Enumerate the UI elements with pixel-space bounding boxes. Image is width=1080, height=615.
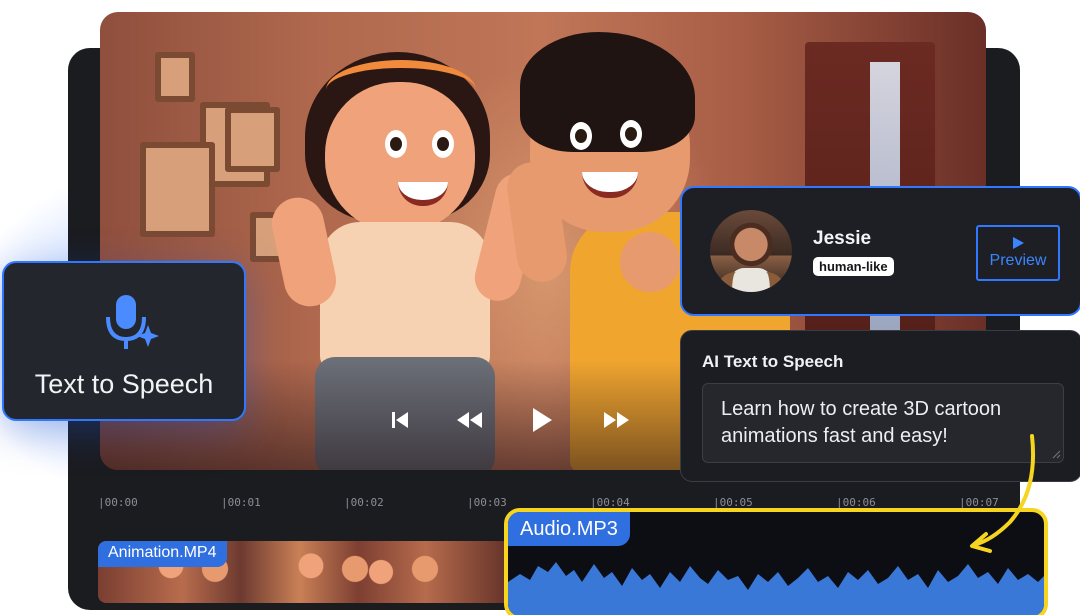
boy-hand [620, 232, 680, 292]
rewind-icon[interactable] [450, 400, 490, 440]
voice-name: Jessie [813, 228, 872, 249]
voice-tag-badge: human-like [813, 257, 894, 276]
arrow-icon [970, 434, 1036, 553]
microphone-sparkle-icon [104, 291, 164, 355]
text-to-speech-title: Text to Speech [34, 369, 214, 399]
audio-waveform [508, 562, 1044, 615]
preview-label: Preview [989, 252, 1047, 269]
eye [620, 120, 642, 148]
girl-arm [267, 192, 341, 312]
text-to-speech-card[interactable]: Text to Speech [2, 261, 246, 421]
resize-handle-icon[interactable] [1051, 449, 1061, 459]
voice-card[interactable]: Jessie human-like Preview [680, 186, 1080, 316]
clip-thumbnail [348, 541, 458, 603]
preview-button[interactable]: Preview [976, 225, 1060, 281]
avatar [710, 210, 792, 292]
play-icon[interactable] [522, 400, 562, 440]
timeline-tick: |00:01 [221, 496, 261, 509]
eye [385, 130, 407, 158]
audio-clip-label: Audio.MP3 [508, 512, 630, 546]
animation-clip[interactable]: Animation.MP4 [98, 541, 518, 603]
playback-controls [380, 400, 640, 440]
eye [432, 130, 454, 158]
timeline-tick: |00:00 [98, 496, 138, 509]
scene-frame [155, 52, 195, 102]
eye [570, 122, 592, 150]
scene-frame [225, 107, 280, 172]
scene-frame [140, 142, 215, 237]
girl-headband [326, 60, 476, 120]
girl-body [320, 222, 490, 372]
timeline-tick: |00:02 [344, 496, 384, 509]
ai-panel-title: AI Text to Speech [702, 352, 844, 371]
animation-clip-label: Animation.MP4 [98, 541, 227, 567]
fast-forward-icon[interactable] [596, 400, 636, 440]
play-icon [1013, 237, 1024, 249]
skip-back-icon[interactable] [380, 400, 420, 440]
timeline-tick: |00:03 [467, 496, 507, 509]
boy-hair [520, 32, 695, 152]
